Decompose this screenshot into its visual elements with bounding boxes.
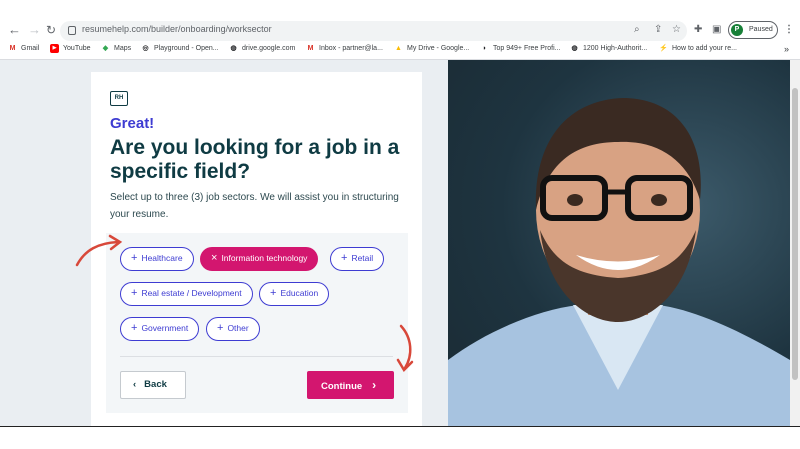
annotation-arrow-icon: [75, 234, 123, 267]
hero-photo: [448, 60, 790, 426]
smiling-man-image: [448, 98, 790, 426]
page-footer-edge: [0, 426, 800, 449]
scrollbar-thumb[interactable]: [792, 88, 798, 380]
annotation-arrow-icon: [396, 324, 414, 373]
